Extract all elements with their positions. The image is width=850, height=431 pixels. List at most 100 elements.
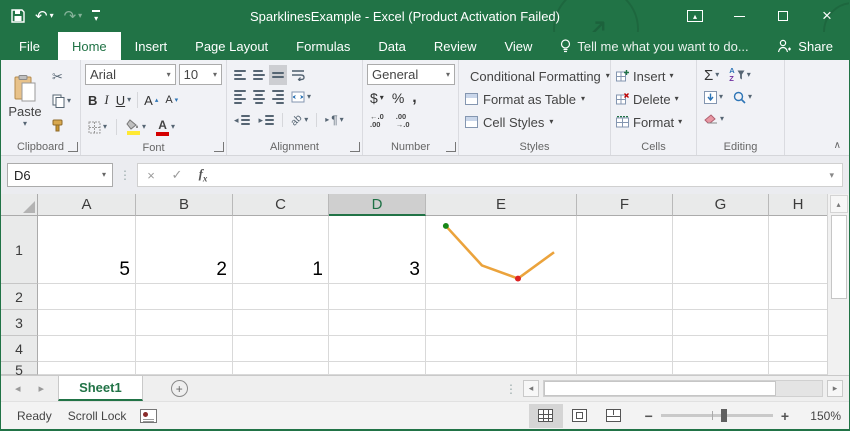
format-cells-button[interactable]: Format ▾ [613,111,694,133]
cell-G3[interactable] [673,310,769,336]
cell-G4[interactable] [673,336,769,362]
cell-D4[interactable] [329,336,426,362]
cell-B4[interactable] [136,336,233,362]
cell-F1[interactable] [577,216,673,284]
vertical-scrollbar[interactable]: ▴ [827,194,849,375]
wrap-text-button[interactable] [288,65,308,85]
cell-E1-sparkline[interactable] [426,216,577,284]
fill-color-button[interactable]: ▾ [123,117,149,137]
text-direction-button[interactable]: ▸ ¶ ▾ [322,110,346,130]
row-header-3[interactable]: 3 [1,310,38,336]
zoom-level[interactable]: 150% [797,409,841,423]
page-layout-view-button[interactable] [563,404,597,428]
normal-view-button[interactable] [529,404,563,428]
align-left-button[interactable] [231,87,249,107]
column-header-b[interactable]: B [136,194,233,216]
cell-E2[interactable] [426,284,577,310]
sheet-tab-sheet1[interactable]: Sheet1 [58,376,143,401]
redo-button[interactable]: ↷ ▾ [64,9,83,24]
zoom-out-button[interactable]: − [645,408,653,424]
autosum-button[interactable]: Σ ▾ [701,65,722,85]
middle-align-button[interactable] [250,65,268,85]
borders-button[interactable]: ▾ [85,117,110,137]
comma-style-button[interactable]: , [409,88,419,108]
cell-F4[interactable] [577,336,673,362]
align-center-button[interactable] [250,87,268,107]
zoom-slider-track[interactable] [661,414,773,417]
insert-function-button[interactable]: fx [190,166,216,184]
format-painter-button[interactable] [49,115,74,135]
cut-button[interactable]: ✂ [49,67,74,87]
cell-G5[interactable] [673,362,769,375]
maximize-button[interactable] [761,0,805,32]
scroll-up-button[interactable]: ▴ [830,195,848,213]
merge-center-button[interactable]: ▾ [288,87,314,107]
sort-filter-button[interactable]: AZ ▾ [726,65,753,85]
cell-F5[interactable] [577,362,673,375]
column-header-a[interactable]: A [38,194,136,216]
column-header-c[interactable]: C [233,194,329,216]
cell-E3[interactable] [426,310,577,336]
decrease-decimal-button[interactable]: .00→.0 [393,111,413,131]
cell-H3[interactable] [769,310,827,336]
cell-D3[interactable] [329,310,426,336]
top-align-button[interactable] [231,65,249,85]
share-button[interactable]: Share [761,32,849,60]
cell-E5[interactable] [426,362,577,375]
zoom-slider-thumb[interactable] [721,409,727,422]
cell-C2[interactable] [233,284,329,310]
minimize-button[interactable] [717,0,761,32]
accounting-format-button[interactable]: $ ▾ [367,88,387,108]
formula-bar-expand-icon[interactable]: ▾ [821,170,842,181]
cell-D1[interactable]: 3 [329,216,426,284]
column-header-e[interactable]: E [426,194,577,216]
cell-D2[interactable] [329,284,426,310]
enter-button[interactable]: ✓ [164,167,190,183]
cancel-button[interactable]: × [138,168,164,183]
cell-A1[interactable]: 5 [38,216,136,284]
cell-H5[interactable] [769,362,827,375]
row-header-4[interactable]: 4 [1,336,38,362]
number-dialog-launcher[interactable] [446,142,456,152]
page-break-view-button[interactable] [597,404,631,428]
font-dialog-launcher[interactable] [214,142,224,152]
cell-B1[interactable]: 2 [136,216,233,284]
cell-A4[interactable] [38,336,136,362]
cell-B5[interactable] [136,362,233,375]
tell-me-box[interactable]: Tell me what you want to do... [560,32,748,60]
scroll-right-button[interactable]: ▸ [827,380,843,397]
tab-data[interactable]: Data [364,32,419,60]
horizontal-scrollbar-track[interactable] [543,380,823,397]
italic-button[interactable]: I [101,90,111,110]
column-header-g[interactable]: G [673,194,769,216]
cell-F3[interactable] [577,310,673,336]
decrease-font-button[interactable]: A ▾ [162,90,181,110]
scroll-left-button[interactable]: ◂ [523,380,539,397]
cell-H1[interactable] [769,216,827,284]
cell-F2[interactable] [577,284,673,310]
alignment-dialog-launcher[interactable] [350,142,360,152]
tab-insert[interactable]: Insert [121,32,182,60]
tab-formulas[interactable]: Formulas [282,32,364,60]
delete-cells-button[interactable]: Delete ▾ [613,88,694,110]
percent-style-button[interactable]: % [389,88,407,108]
vertical-scrollbar-thumb[interactable] [831,215,847,299]
column-header-f[interactable]: F [577,194,673,216]
tab-page-layout[interactable]: Page Layout [181,32,282,60]
bold-button[interactable]: B [85,90,100,110]
prev-sheet-button[interactable]: ◂ [15,382,21,395]
next-sheet-button[interactable]: ▸ [39,382,45,395]
cell-G2[interactable] [673,284,769,310]
cell-styles-button[interactable]: Cell Styles ▾ [461,111,608,133]
align-right-button[interactable] [269,87,287,107]
customize-qat-button[interactable]: ▾ [92,10,100,23]
row-header-2[interactable]: 2 [1,284,38,310]
increase-font-button[interactable]: A ▴ [141,90,161,110]
underline-button[interactable]: U ▾ [113,90,134,110]
cell-A5[interactable] [38,362,136,375]
column-header-h[interactable]: H [769,194,827,216]
zoom-in-button[interactable]: + [781,408,789,424]
find-select-button[interactable]: ▾ [730,87,755,107]
cell-E4[interactable] [426,336,577,362]
cell-C3[interactable] [233,310,329,336]
